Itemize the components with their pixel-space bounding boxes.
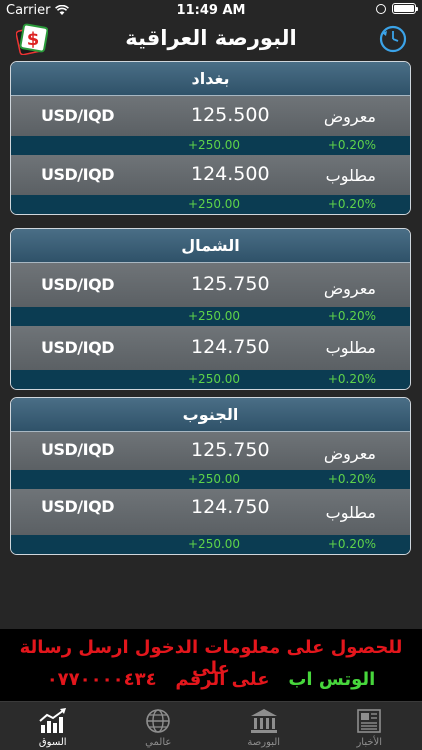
- banner-phone-number: ٠٧٧٠٠٠٠٤٣٤: [46, 669, 157, 690]
- tab-label: عالمي: [145, 737, 172, 748]
- tab-label: الأخبار: [356, 737, 383, 748]
- refresh-icon[interactable]: [378, 24, 408, 54]
- currency-pair: USD/IQD: [41, 165, 114, 184]
- tab-label: السوق: [38, 737, 67, 748]
- change-absolute: +250.00: [188, 372, 241, 386]
- price-row-bid[interactable]: USD/IQD 124.750 مطلوب: [11, 326, 410, 370]
- banner-whatsapp: الوتس اب: [288, 669, 376, 690]
- tab-bar: السوق عالمي البورصة الأخبار: [0, 701, 422, 750]
- header: $ البورصة العراقية: [0, 20, 422, 58]
- currency-pair: USD/IQD: [41, 497, 114, 516]
- price-row-bid[interactable]: USD/IQD 124.750 مطلوب: [11, 489, 410, 535]
- change-percent: +0.20%: [327, 472, 376, 486]
- change-row: +250.00 +0.20%: [11, 370, 410, 389]
- change-percent: +0.20%: [327, 537, 376, 551]
- change-percent: +0.20%: [327, 372, 376, 386]
- globe-icon: [146, 709, 171, 733]
- change-row: +250.00 +0.20%: [11, 535, 410, 554]
- price-type-label: معروض: [323, 279, 376, 298]
- price-type-label: مطلوب: [325, 338, 376, 357]
- price-value: 124.500: [191, 163, 270, 185]
- tab-market[interactable]: السوق: [0, 702, 106, 750]
- change-percent: +0.20%: [327, 138, 376, 152]
- status-bar: Carrier 11:49 AM: [0, 0, 422, 20]
- page-title: البورصة العراقية: [125, 26, 297, 50]
- status-time: 11:49 AM: [176, 3, 246, 18]
- price-value: 124.750: [191, 336, 270, 358]
- price-value: 125.750: [191, 439, 270, 461]
- newspaper-icon: [357, 709, 382, 733]
- battery-icon: [392, 3, 418, 14]
- banner-number-label: على الرقم: [175, 669, 270, 690]
- price-type-label: معروض: [323, 107, 376, 126]
- change-row: +250.00 +0.20%: [11, 136, 410, 155]
- status-right: [376, 3, 418, 14]
- tab-exchange[interactable]: البورصة: [211, 702, 317, 750]
- chart-icon: [39, 708, 66, 733]
- price-value: 125.750: [191, 273, 270, 295]
- change-absolute: +250.00: [188, 537, 241, 551]
- price-row-bid[interactable]: USD/IQD 124.500 مطلوب: [11, 155, 410, 195]
- change-percent: +0.20%: [327, 197, 376, 211]
- change-percent: +0.20%: [327, 309, 376, 323]
- banner-line-2: الوتس اب على الرقم ٠٧٧٠٠٠٠٤٣٤: [0, 669, 422, 690]
- currency-pair: USD/IQD: [41, 275, 114, 294]
- change-row: +250.00 +0.20%: [11, 195, 410, 214]
- tab-news[interactable]: الأخبار: [317, 702, 422, 750]
- market-card-baghdad: بغداد USD/IQD 125.500 معروض +250.00 +0.2…: [10, 61, 411, 215]
- price-value: 125.500: [191, 104, 270, 126]
- bank-icon: [250, 709, 277, 733]
- price-value: 124.750: [191, 496, 270, 518]
- price-row-offer[interactable]: USD/IQD 125.750 معروض: [11, 432, 410, 470]
- change-row: +250.00 +0.20%: [11, 470, 410, 489]
- currency-pair: USD/IQD: [41, 440, 114, 459]
- info-banner: للحصول على معلومات الدخول ارسل رسالة على…: [0, 629, 422, 701]
- currency-pair: USD/IQD: [41, 106, 114, 125]
- market-name: الجنوب: [11, 398, 410, 432]
- change-absolute: +250.00: [188, 138, 241, 152]
- price-type-label: معروض: [323, 444, 376, 463]
- tab-label: البورصة: [247, 737, 281, 748]
- change-absolute: +250.00: [188, 197, 241, 211]
- change-absolute: +250.00: [188, 472, 241, 486]
- market-card-south: الجنوب USD/IQD 125.750 معروض +250.00 +0.…: [10, 397, 411, 555]
- price-type-label: مطلوب: [325, 503, 376, 522]
- market-name: الشمال: [11, 229, 410, 263]
- change-row: +250.00 +0.20%: [11, 307, 410, 326]
- tab-global[interactable]: عالمي: [106, 702, 212, 750]
- charging-icon: [376, 3, 386, 14]
- price-type-label: مطلوب: [325, 166, 376, 185]
- market-card-north: الشمال USD/IQD 125.750 معروض +250.00 +0.…: [10, 228, 411, 390]
- price-row-offer[interactable]: USD/IQD 125.500 معروض: [11, 96, 410, 136]
- price-row-offer[interactable]: USD/IQD 125.750 معروض: [11, 263, 410, 307]
- market-name: بغداد: [11, 62, 410, 96]
- currency-pair: USD/IQD: [41, 338, 114, 357]
- change-absolute: +250.00: [188, 309, 241, 323]
